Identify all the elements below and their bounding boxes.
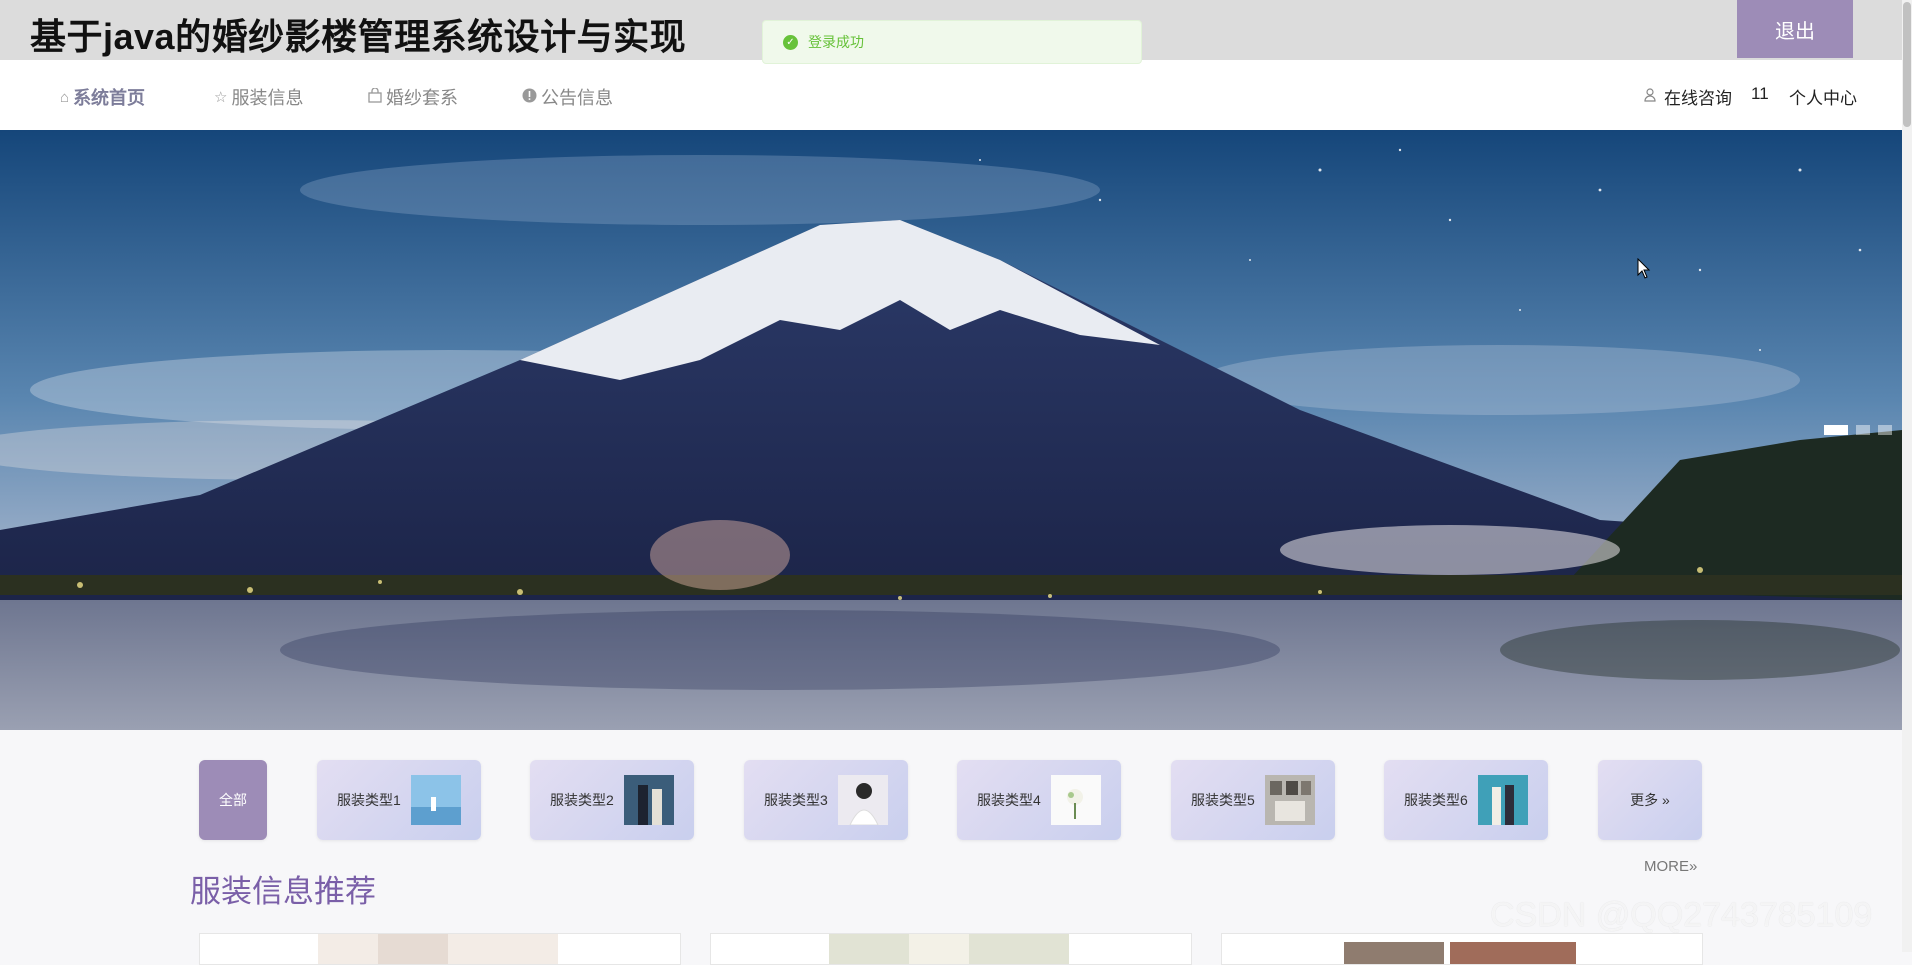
- nav-item-label: 服装信息: [231, 88, 304, 108]
- profile-link[interactable]: 个人中心: [1789, 84, 1857, 109]
- category-item[interactable]: 服装类型1: [317, 760, 481, 840]
- category-item[interactable]: 服装类型2: [530, 760, 694, 840]
- category-thumbnail: [410, 775, 461, 825]
- online-consult-label: 在线咨询: [1664, 89, 1732, 108]
- category-label: 全部: [219, 792, 247, 808]
- category-thumbnail: [837, 775, 888, 825]
- product-card[interactable]: [199, 933, 681, 965]
- category-thumbnail: [1264, 775, 1315, 825]
- category-all-button[interactable]: 全部: [199, 760, 267, 840]
- username: 11: [1751, 84, 1769, 103]
- watermark: CSDN @QQ2743785109: [1490, 896, 1873, 934]
- product-image: [318, 934, 558, 964]
- nav-item-home[interactable]: ⌂ 系统首页: [60, 84, 145, 110]
- bag-icon: [368, 86, 382, 107]
- category-item[interactable]: 服装类型6: [1384, 760, 1548, 840]
- nav-item-label: 婚纱套系: [386, 88, 458, 108]
- product-card[interactable]: [1221, 933, 1703, 965]
- category-item[interactable]: 服装类型4: [957, 760, 1121, 840]
- main-nav: ⌂ 系统首页 ☆ 服装信息 婚纱套系 公告信息 在线咨询 11 个人中心: [0, 60, 1902, 131]
- category-label: 服装类型1: [337, 792, 401, 808]
- check-circle-icon: ✓: [783, 34, 798, 50]
- toast-message: 登录成功: [808, 34, 864, 50]
- login-success-toast: ✓ 登录成功: [762, 20, 1142, 64]
- category-thumbnail: [623, 775, 674, 825]
- vertical-scrollbar[interactable]: [1902, 0, 1912, 952]
- product-image: [829, 934, 1069, 964]
- product-image: [1340, 934, 1580, 964]
- category-more-label: 更多 »: [1630, 792, 1670, 808]
- carousel-dot[interactable]: [1824, 425, 1848, 435]
- scrollbar-thumb[interactable]: [1903, 2, 1911, 127]
- category-label: 服装类型2: [550, 792, 614, 808]
- more-link[interactable]: MORE»: [1644, 858, 1697, 875]
- carousel-indicators: [1824, 425, 1892, 435]
- online-consult-link[interactable]: 在线咨询: [1644, 84, 1732, 109]
- category-item[interactable]: 服装类型3: [744, 760, 908, 840]
- logout-button[interactable]: 退出: [1737, 0, 1853, 58]
- nav-item-clothing[interactable]: ☆ 服装信息: [214, 84, 303, 110]
- nav-item-label: 公告信息: [541, 88, 613, 108]
- category-label: 服装类型3: [764, 792, 828, 808]
- category-thumbnail: [1477, 775, 1528, 825]
- category-label: 服装类型6: [1404, 792, 1468, 808]
- category-thumbnail: [1050, 775, 1101, 825]
- user-icon: [1644, 88, 1656, 105]
- category-more-button[interactable]: 更多 »: [1598, 760, 1702, 840]
- home-icon: ⌂: [60, 88, 70, 106]
- info-icon: [522, 88, 537, 107]
- hero-banner[interactable]: [0, 130, 1902, 730]
- nav-item-notices[interactable]: 公告信息: [522, 84, 613, 110]
- carousel-dot[interactable]: [1878, 425, 1892, 435]
- nav-item-packages[interactable]: 婚纱套系: [368, 84, 458, 110]
- star-icon: ☆: [214, 89, 228, 106]
- nav-item-label: 系统首页: [73, 88, 146, 108]
- mount-fuji-image: [0, 130, 1902, 730]
- carousel-dot[interactable]: [1856, 425, 1870, 435]
- product-card[interactable]: [710, 933, 1192, 965]
- category-label: 服装类型4: [977, 792, 1041, 808]
- mouse-cursor-icon: [1637, 258, 1651, 279]
- category-label: 服装类型5: [1191, 792, 1255, 808]
- section-title: 服装信息推荐: [190, 874, 376, 909]
- category-filter-row: 全部 服装类型1 服装类型2 服装类型3 服装类型4 服装类型5 服装类型6 更…: [0, 760, 1902, 842]
- category-item[interactable]: 服装类型5: [1171, 760, 1335, 840]
- site-title: 基于java的婚纱影楼管理系统设计与实现: [30, 16, 687, 57]
